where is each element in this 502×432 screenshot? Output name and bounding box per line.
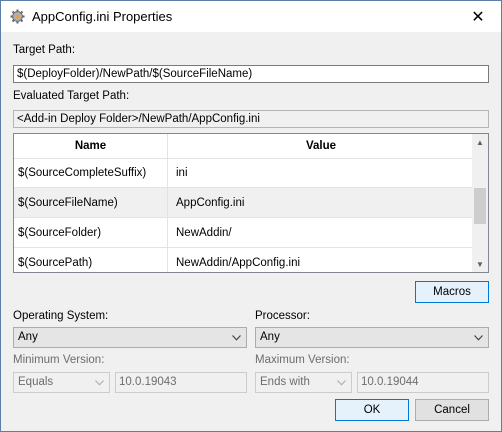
processor-value: Any bbox=[260, 331, 280, 343]
macro-name-cell: $(SourceCompleteSuffix) bbox=[14, 158, 168, 187]
minimum-version-label: Minimum Version: bbox=[13, 354, 105, 366]
title-bar[interactable]: AppConfig.ini Properties ✕ bbox=[1, 1, 501, 32]
cancel-button[interactable]: Cancel bbox=[415, 399, 489, 421]
table-row[interactable]: $(SourcePath) NewAddin/AppConfig.ini bbox=[14, 248, 474, 272]
target-path-label: Target Path: bbox=[13, 44, 76, 56]
macro-value-cell: NewAddin/AppConfig.ini bbox=[176, 257, 301, 269]
evaluated-target-path-field[interactable]: <Add-in Deploy Folder>/NewPath/AppConfig… bbox=[13, 110, 489, 128]
close-icon: ✕ bbox=[471, 8, 485, 26]
gear-icon bbox=[10, 9, 25, 24]
close-button[interactable]: ✕ bbox=[455, 1, 501, 32]
chevron-down-icon bbox=[333, 373, 349, 392]
maximum-version-operator-value: Ends with bbox=[260, 376, 310, 388]
minimum-version-operator-dropdown[interactable]: Equals bbox=[13, 372, 110, 393]
operating-system-value: Any bbox=[18, 331, 38, 343]
macro-name-cell: $(SourceFileName) bbox=[14, 188, 168, 217]
evaluated-target-path-label: Evaluated Target Path: bbox=[13, 90, 130, 102]
column-header-name[interactable]: Name bbox=[14, 134, 168, 158]
operating-system-label: Operating System: bbox=[13, 310, 109, 322]
column-header-value[interactable]: Value bbox=[168, 134, 474, 158]
macro-name-cell: $(SourceFolder) bbox=[14, 218, 168, 247]
scrollbar-thumb[interactable] bbox=[474, 188, 486, 224]
table-row[interactable]: $(SourceFolder) NewAddin/ bbox=[14, 218, 474, 248]
macro-grid[interactable]: Name Value $(SourceCompleteSuffix) ini $… bbox=[13, 133, 489, 273]
minimum-version-operator-value: Equals bbox=[18, 376, 54, 388]
macro-name-cell: $(SourcePath) bbox=[14, 248, 168, 272]
processor-label: Processor: bbox=[255, 310, 310, 322]
window-title: AppConfig.ini Properties bbox=[32, 9, 173, 24]
scroll-up-arrow-icon[interactable]: ▲ bbox=[472, 134, 488, 150]
minimum-version-input[interactable]: 10.0.19043 bbox=[115, 372, 247, 393]
maximum-version-label: Maximum Version: bbox=[255, 354, 350, 366]
macro-value-cell: NewAddin/ bbox=[176, 227, 232, 239]
vertical-scrollbar[interactable]: ▲ ▼ bbox=[472, 134, 488, 272]
ok-button[interactable]: OK bbox=[335, 399, 409, 421]
macro-value-cell: ini bbox=[176, 167, 188, 179]
table-row[interactable]: $(SourceFileName) AppConfig.ini bbox=[14, 188, 474, 218]
processor-dropdown[interactable]: Any bbox=[255, 327, 489, 348]
properties-dialog: AppConfig.ini Properties ✕ Target Path: … bbox=[0, 0, 502, 432]
scroll-down-arrow-icon[interactable]: ▼ bbox=[472, 256, 488, 272]
macros-button[interactable]: Macros bbox=[415, 281, 489, 303]
chevron-down-icon bbox=[228, 328, 244, 347]
chevron-down-icon bbox=[470, 328, 486, 347]
grid-header: Name Value bbox=[14, 134, 474, 159]
operating-system-dropdown[interactable]: Any bbox=[13, 327, 247, 348]
target-path-input[interactable]: $(DeployFolder)/NewPath/$(SourceFileName… bbox=[13, 65, 489, 83]
table-row[interactable]: $(SourceCompleteSuffix) ini bbox=[14, 158, 474, 188]
macro-value-cell: AppConfig.ini bbox=[176, 197, 245, 209]
maximum-version-input[interactable]: 10.0.19044 bbox=[357, 372, 489, 393]
maximum-version-operator-dropdown[interactable]: Ends with bbox=[255, 372, 352, 393]
chevron-down-icon bbox=[91, 373, 107, 392]
